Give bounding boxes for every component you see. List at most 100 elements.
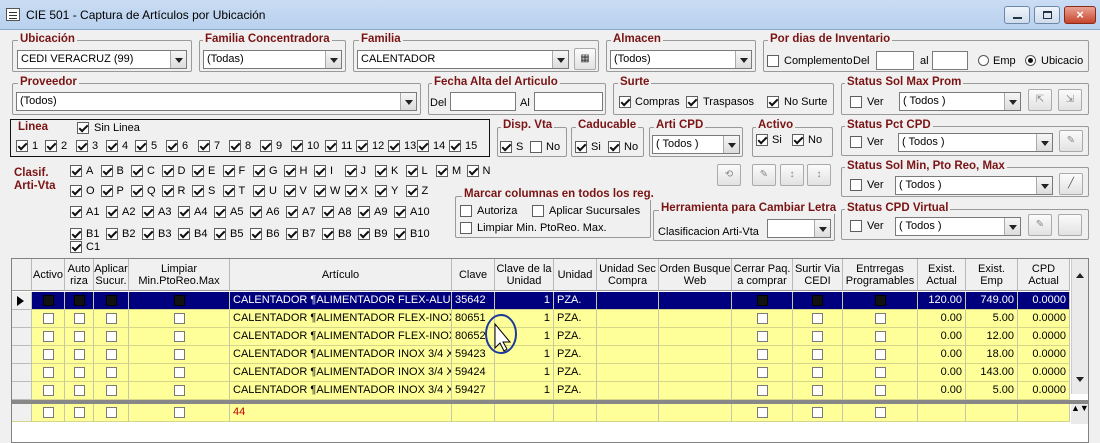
cell-11[interactable] xyxy=(793,310,843,328)
clasif-X-checkbox[interactable] xyxy=(344,185,357,197)
clasif-W-checkbox[interactable] xyxy=(314,185,326,197)
grid-header-0[interactable]: Activo xyxy=(32,259,65,291)
clasif-B-checkbox[interactable] xyxy=(100,165,113,177)
grid-header-8[interactable]: Unidad Sec Compra xyxy=(597,259,659,291)
ssmp-ver-checkbox[interactable] xyxy=(850,96,862,108)
scroll-down-icon[interactable] xyxy=(1076,377,1084,386)
clasif-O-checkbox[interactable] xyxy=(70,185,82,197)
row-checkbox[interactable] xyxy=(106,385,117,396)
cell-10[interactable] xyxy=(732,382,793,400)
scpdv-tool-icon-1[interactable]: ✎ xyxy=(1028,214,1052,236)
row-checkbox[interactable] xyxy=(812,295,823,306)
spct-select[interactable]: ( Todos ) xyxy=(898,133,1053,152)
aplicar-sucursales-checkbox[interactable] xyxy=(532,205,544,217)
calculator-icon[interactable]: ▦ xyxy=(574,48,596,70)
grid-header-14[interactable]: Exist. Emp xyxy=(966,259,1018,291)
cad-si-checkbox[interactable] xyxy=(575,141,587,153)
linea-1-checkbox[interactable] xyxy=(16,140,28,152)
ssmin-tool-icon[interactable]: ╱ xyxy=(1059,173,1083,195)
clasif-A4-checkbox[interactable] xyxy=(178,206,190,218)
clasif-J-checkbox[interactable] xyxy=(344,165,357,177)
proveedor-select[interactable]: (Todos) xyxy=(16,92,417,111)
clasif-B5-checkbox[interactable] xyxy=(214,228,226,240)
clasif-B3-checkbox[interactable] xyxy=(142,228,154,240)
familia-conc-select[interactable]: (Todas) xyxy=(203,50,342,69)
row-checkbox[interactable] xyxy=(74,331,85,342)
cell-2[interactable] xyxy=(94,292,129,310)
cell-12[interactable] xyxy=(843,310,918,328)
row-checkbox[interactable] xyxy=(74,349,85,360)
minimize-button[interactable] xyxy=(1004,6,1030,24)
linea-9-checkbox[interactable] xyxy=(260,140,272,152)
total-checkbox[interactable] xyxy=(106,407,117,418)
table-row[interactable]: CALENTADOR ¶ALIMENTADOR FLEX-INOX 80651 1 P… xyxy=(12,310,1070,328)
herr-select[interactable] xyxy=(767,219,831,238)
grid-header-12[interactable]: Entrregas Programables xyxy=(843,259,918,291)
compras-checkbox[interactable] xyxy=(619,96,631,108)
row-checkbox[interactable] xyxy=(757,349,768,360)
cell-1[interactable] xyxy=(65,364,94,382)
clasif-U-checkbox[interactable] xyxy=(253,185,265,197)
clasif-R-checkbox[interactable] xyxy=(161,185,174,197)
cell-12[interactable] xyxy=(843,292,918,310)
clasif-K-checkbox[interactable] xyxy=(375,165,387,177)
clasif-A-checkbox[interactable] xyxy=(70,165,82,177)
autoriza-checkbox[interactable] xyxy=(460,205,472,217)
linea-2-checkbox[interactable] xyxy=(45,140,57,152)
cell-10[interactable] xyxy=(732,346,793,364)
total-checkbox[interactable] xyxy=(43,407,54,418)
total-spinner-icon[interactable]: ▲▼ xyxy=(1071,404,1088,424)
row-checkbox[interactable] xyxy=(174,313,185,324)
limpiar-checkbox[interactable] xyxy=(460,222,472,234)
cell-2[interactable] xyxy=(94,364,129,382)
grid-header-2[interactable]: Aplicar Sucur. xyxy=(94,259,129,291)
total-checkbox[interactable] xyxy=(74,407,85,418)
row-checkbox[interactable] xyxy=(74,367,85,378)
cell-12[interactable] xyxy=(843,328,918,346)
clasif-B10-checkbox[interactable] xyxy=(394,228,406,240)
ssmp-select[interactable]: ( Todos ) xyxy=(899,92,1021,111)
clasif-A2-checkbox[interactable] xyxy=(106,206,118,218)
clasif-L-checkbox[interactable] xyxy=(405,165,418,177)
cell-2[interactable] xyxy=(94,346,129,364)
table-row[interactable]: CALENTADOR ¶ALIMENTADOR FLEX-ALU 35642 1 PZ… xyxy=(12,292,1070,310)
row-checkbox[interactable] xyxy=(106,331,117,342)
row-checkbox[interactable] xyxy=(74,385,85,396)
cell-0[interactable] xyxy=(32,364,65,382)
row-checkbox[interactable] xyxy=(74,295,85,306)
grid-header-5[interactable]: Clave xyxy=(452,259,495,291)
ssmin-ver-checkbox[interactable] xyxy=(850,179,862,191)
clasif-Z-checkbox[interactable] xyxy=(405,185,418,197)
linea-6-checkbox[interactable] xyxy=(166,140,178,152)
cell-10[interactable] xyxy=(732,292,793,310)
linea-15-checkbox[interactable] xyxy=(449,140,461,152)
tool-icon-d[interactable]: ↕ xyxy=(807,164,831,186)
table-row[interactable]: CALENTADOR ¶ALIMENTADOR INOX 3/4 X 59424 1… xyxy=(12,364,1070,382)
row-checkbox[interactable] xyxy=(106,349,117,360)
total-checkbox[interactable] xyxy=(812,407,823,418)
cell-0[interactable] xyxy=(32,292,65,310)
table-row[interactable]: CALENTADOR ¶ALIMENTADOR FLEX-INOX 80652 1 P… xyxy=(12,328,1070,346)
almacen-select[interactable]: (Todos) xyxy=(610,50,752,69)
clasif-A9-checkbox[interactable] xyxy=(358,206,370,218)
scpdv-ver-checkbox[interactable] xyxy=(850,220,862,232)
close-button[interactable]: × xyxy=(1064,6,1096,24)
clasif-Q-checkbox[interactable] xyxy=(131,185,143,197)
linea-3-checkbox[interactable] xyxy=(76,140,88,152)
clasif-A6-checkbox[interactable] xyxy=(250,206,262,218)
clasif-B6-checkbox[interactable] xyxy=(250,228,262,240)
cell-3[interactable] xyxy=(129,292,230,310)
scpdv-select[interactable]: ( Todos ) xyxy=(895,217,1021,236)
cell-12[interactable] xyxy=(843,382,918,400)
ubicacion-select[interactable]: CEDI VERACRUZ (99) xyxy=(17,50,187,69)
grid-header-9[interactable]: Orden Busque Web xyxy=(659,259,732,291)
clasif-A3-checkbox[interactable] xyxy=(142,206,154,218)
row-checkbox[interactable] xyxy=(875,331,886,342)
cell-1[interactable] xyxy=(65,346,94,364)
row-checkbox[interactable] xyxy=(174,295,185,306)
cell-12[interactable] xyxy=(843,364,918,382)
grid-header-4[interactable]: Artículo xyxy=(230,259,452,291)
linea-5-checkbox[interactable] xyxy=(135,140,147,152)
tool-icon-a[interactable]: ⟲ xyxy=(717,164,741,186)
articles-grid[interactable]: Activo Auto riza Aplicar Sucur. Limpiar Min… xyxy=(11,258,1089,443)
